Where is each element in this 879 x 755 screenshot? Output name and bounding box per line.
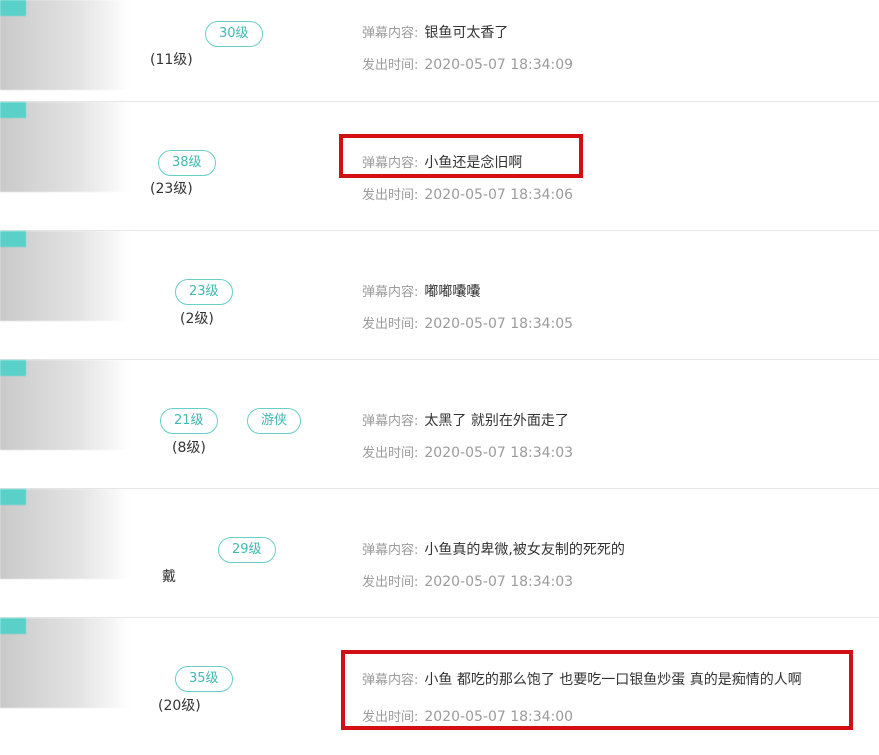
avatar[interactable] (0, 618, 130, 708)
danmaku-content: 银鱼可太香了 (424, 25, 509, 41)
time-label: 发出时间: (362, 575, 419, 590)
level-badge: 29级 (218, 537, 276, 563)
avatar[interactable] (0, 0, 130, 90)
content-label: 弹幕内容: (362, 26, 419, 41)
ranger-badge: 游侠 (247, 408, 302, 434)
danmaku-row: 23级 (2级) 弹幕内容: 嘟嘟囔囔 发出时间: 2020-05-07 18:34… (0, 231, 879, 360)
level-badge: 30级 (205, 21, 263, 47)
content-label: 弹幕内容: (362, 285, 419, 300)
level-badge: 38级 (158, 150, 216, 176)
danmaku-meta: 弹幕内容: 太黑了 就别在外面走了 发出时间: 2020-05-07 18:34:0… (362, 410, 862, 461)
highlight-box (341, 650, 853, 730)
danmaku-meta: 弹幕内容: 小鱼真的卑微,被女友制的死死的 发出时间: 2020-05-07 18:… (362, 539, 862, 590)
time-label: 发出时间: (362, 317, 419, 332)
time-line: 发出时间: 2020-05-07 18:34:05 (362, 313, 862, 332)
time-line: 发出时间: 2020-05-07 18:34:03 (362, 571, 862, 590)
time-label: 发出时间: (362, 446, 419, 461)
level-badge: 35级 (175, 666, 233, 692)
avatar[interactable] (0, 360, 130, 450)
danmaku-meta: 弹幕内容: 嘟嘟囔囔 发出时间: 2020-05-07 18:34:05 (362, 281, 862, 332)
user-level: (23级) (150, 181, 193, 197)
time-line: 发出时间: 2020-05-07 18:34:09 (362, 54, 862, 73)
time-label: 发出时间: (362, 188, 419, 203)
content-line: 弹幕内容: 小鱼真的卑微,被女友制的死死的 (362, 539, 862, 559)
time-line: 发出时间: 2020-05-07 18:34:06 (362, 184, 862, 203)
content-label: 弹幕内容: (362, 414, 419, 429)
time-label: 发出时间: (362, 58, 419, 73)
danmaku-time: 2020-05-07 18:34:03 (424, 445, 574, 461)
avatar[interactable] (0, 102, 130, 192)
danmaku-meta: 弹幕内容: 银鱼可太香了 发出时间: 2020-05-07 18:34:09 (362, 22, 862, 73)
user-level: 戴 (162, 569, 176, 585)
content-line: 弹幕内容: 银鱼可太香了 (362, 22, 862, 42)
danmaku-time: 2020-05-07 18:34:03 (424, 574, 574, 590)
user-level: (20级) (158, 698, 201, 714)
content-label: 弹幕内容: (362, 543, 419, 558)
content-line: 弹幕内容: 太黑了 就别在外面走了 (362, 410, 862, 430)
level-badge: 21级 (160, 408, 218, 434)
avatar[interactable] (0, 489, 130, 579)
danmaku-time: 2020-05-07 18:34:06 (424, 187, 574, 203)
user-level: (11级) (150, 52, 193, 68)
danmaku-row: 21级 游侠 (8级) 弹幕内容: 太黑了 就别在外面走了 发出时间: 2020-0… (0, 360, 879, 489)
danmaku-time: 2020-05-07 18:34:05 (424, 316, 574, 332)
user-level: (2级) (180, 311, 214, 327)
content-line: 弹幕内容: 嘟嘟囔囔 (362, 281, 862, 301)
danmaku-time: 2020-05-07 18:34:09 (424, 57, 574, 73)
user-level: (8级) (172, 440, 206, 456)
danmaku-content: 嘟嘟囔囔 (424, 284, 481, 300)
highlight-box (339, 134, 583, 178)
level-badge: 23级 (175, 279, 233, 305)
time-line: 发出时间: 2020-05-07 18:34:03 (362, 442, 862, 461)
avatar[interactable] (0, 231, 130, 321)
danmaku-content: 太黑了 就别在外面走了 (424, 413, 569, 429)
danmaku-row: 29级 戴 弹幕内容: 小鱼真的卑微,被女友制的死死的 发出时间: 2020-05-… (0, 489, 879, 618)
danmaku-content: 小鱼真的卑微,被女友制的死死的 (424, 542, 625, 558)
